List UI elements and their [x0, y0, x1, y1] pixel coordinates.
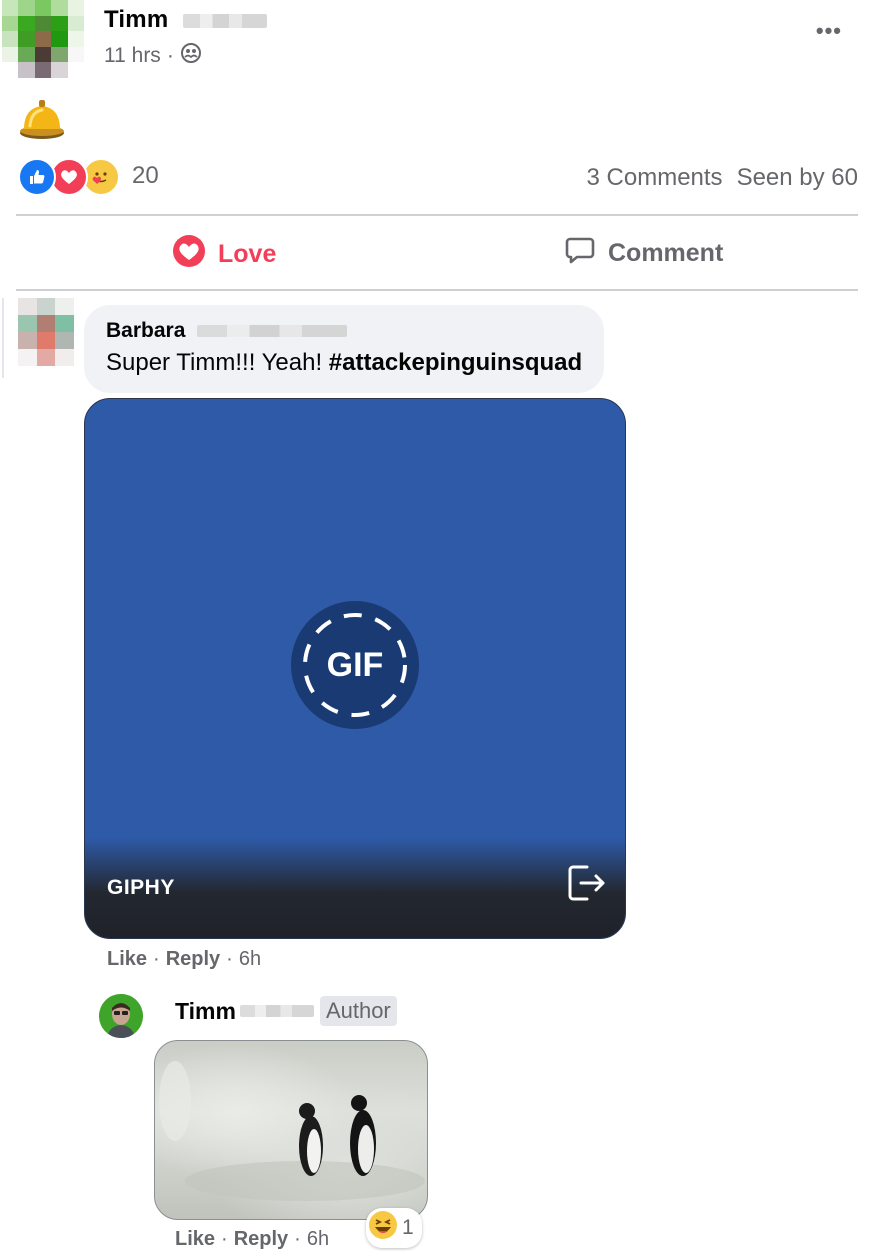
redacted-surname: [197, 325, 348, 338]
reply-author-avatar[interactable]: [99, 994, 143, 1038]
open-external-icon[interactable]: [563, 861, 607, 910]
commenter-avatar[interactable]: [18, 298, 74, 366]
reply-like-button[interactable]: Like: [175, 1228, 215, 1251]
giphy-label[interactable]: GIPHY: [107, 876, 175, 900]
post-stats: 3 Comments Seen by 60: [587, 164, 858, 192]
seen-by-link[interactable]: Seen by 60: [737, 164, 858, 192]
post-author-name[interactable]: Timm: [104, 6, 268, 34]
reply-author-name[interactable]: Timm: [175, 998, 236, 1025]
love-button[interactable]: Love: [172, 234, 276, 275]
meta-separator: ·: [294, 1228, 301, 1250]
love-button-label: Love: [218, 240, 277, 268]
reply-reply-button[interactable]: Reply: [234, 1228, 288, 1251]
comment-time[interactable]: 6h: [239, 948, 261, 971]
hashtag-link[interactable]: #attackepinguinsquad: [329, 349, 582, 376]
reply-reaction-count: 1: [402, 1216, 414, 1239]
friends-icon[interactable]: [180, 42, 202, 70]
penguins-image: [159, 1061, 425, 1201]
comment-like-button[interactable]: Like: [107, 948, 147, 971]
reply-reaction-summary[interactable]: 1: [366, 1208, 422, 1248]
post-meta: 11 hrs ·: [104, 42, 202, 70]
comment-actions: Like · Reply · 6h: [107, 948, 261, 971]
reply-gif-attachment[interactable]: [154, 1040, 428, 1220]
gif-badge-label: GIF: [326, 645, 384, 684]
comment-reply-button[interactable]: Reply: [166, 948, 220, 971]
divider-bottom: [16, 289, 858, 291]
redacted-surname: [183, 13, 268, 28]
meta-separator: ·: [226, 948, 233, 970]
like-reaction-icon: [18, 158, 56, 196]
comments-count-link[interactable]: 3 Comments: [587, 164, 723, 192]
more-options-icon[interactable]: •••: [816, 18, 842, 44]
comment-text: Super Timm!!! Yeah! #attackepinguinsquad: [106, 349, 582, 377]
gif-footer: GIPHY: [85, 838, 625, 938]
meta-separator: ·: [153, 948, 160, 970]
comment-bubble-icon: [564, 234, 596, 273]
reactions-summary[interactable]: [18, 158, 120, 196]
meta-separator: ·: [166, 44, 174, 67]
comment-button-label: Comment: [608, 239, 724, 267]
divider-top: [16, 214, 858, 216]
comment-author-name[interactable]: Barbara: [106, 319, 185, 342]
reply-time[interactable]: 6h: [307, 1228, 329, 1251]
redacted-surname: [239, 1005, 314, 1017]
bell-emoji-icon: [18, 96, 66, 145]
thread-line: [2, 298, 4, 378]
post-author-name-text[interactable]: Timm: [104, 6, 168, 33]
gif-attachment[interactable]: GIF GIPHY: [84, 398, 626, 939]
love-reaction-icon: [172, 234, 206, 275]
gif-play-badge[interactable]: GIF: [291, 601, 419, 729]
comment-bubble: Barbara Super Timm!!! Yeah! #attackeping…: [84, 305, 605, 393]
meta-separator: ·: [221, 1228, 228, 1250]
author-badge: Author: [319, 996, 397, 1026]
comment-button[interactable]: Comment: [564, 234, 723, 273]
post-time[interactable]: 11 hrs: [104, 44, 161, 68]
comment-author[interactable]: Barbara: [106, 319, 582, 343]
reaction-count[interactable]: 20: [132, 162, 159, 190]
post-author-avatar[interactable]: [2, 0, 84, 78]
haha-reaction-icon: [368, 1210, 398, 1246]
reply-author[interactable]: Timm Author: [175, 996, 397, 1026]
comment-body: Super Timm!!! Yeah!: [106, 349, 329, 376]
reply-actions: Like · Reply · 6h: [175, 1228, 329, 1251]
